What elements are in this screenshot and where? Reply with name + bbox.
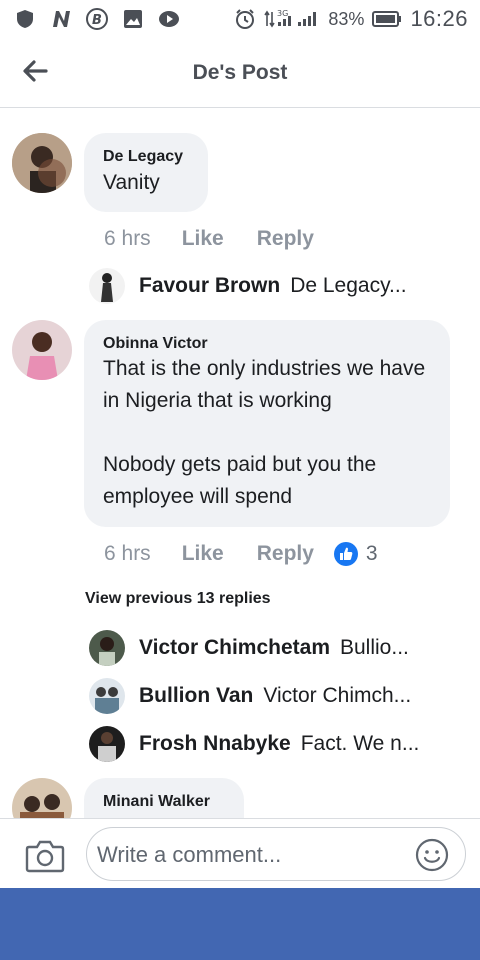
n-app-icon — [50, 8, 72, 30]
avatar — [89, 726, 125, 762]
reply-text: Bullio... — [340, 636, 409, 659]
comment-author[interactable]: Minani Walker — [103, 793, 225, 811]
reply-text: Fact. We n... — [300, 732, 420, 755]
like-button[interactable]: Like — [182, 227, 224, 251]
page-title: De's Post — [192, 60, 288, 84]
shield-icon — [14, 8, 36, 30]
avatar — [89, 268, 125, 304]
view-previous-replies-link[interactable]: View previous 13 replies — [85, 590, 271, 608]
reply-button[interactable]: Reply — [257, 227, 314, 251]
reply-preview[interactable]: Victor Chimchetam Bullio... — [89, 630, 441, 666]
comment-composer: Write a comment... — [0, 818, 480, 888]
comment-bubble[interactable]: De Legacy Vanity — [84, 133, 208, 212]
comment-bubble[interactable]: Obinna Victor That is the only industrie… — [84, 320, 450, 527]
comment-text: That is the only industries we have in N… — [103, 357, 426, 508]
post-header: De's Post — [0, 38, 480, 108]
image-icon — [122, 8, 144, 30]
avatar — [89, 630, 125, 666]
reply-text: De Legacy... — [290, 274, 407, 297]
reply-author: Frosh Nnabyke — [139, 732, 291, 755]
bitcoin-icon: B — [86, 8, 108, 30]
battery-percent: 83% — [328, 8, 365, 29]
back-button[interactable] — [20, 58, 50, 84]
emoji-button[interactable] — [415, 838, 449, 872]
reply-author: Favour Brown — [139, 274, 281, 297]
emoji-icon — [415, 838, 449, 872]
back-arrow-icon — [23, 60, 48, 82]
like-button[interactable]: Like — [182, 542, 224, 566]
reply-author: Bullion Van — [139, 684, 254, 707]
camera-button[interactable] — [25, 839, 65, 873]
comment-input[interactable]: Write a comment... — [86, 827, 466, 881]
signal-icon: 3G — [264, 8, 320, 30]
comment-time: 6 hrs — [104, 542, 151, 565]
comment-author[interactable]: De Legacy — [103, 148, 189, 166]
reply-preview[interactable]: Bullion Van Victor Chimch... — [89, 678, 441, 714]
reply-button[interactable]: Reply — [257, 542, 314, 566]
alarm-icon — [234, 8, 256, 30]
avatar[interactable] — [12, 320, 72, 380]
reaction-summary[interactable]: 3 — [333, 542, 378, 566]
status-bar: B 3G 83% 16:26 — [0, 0, 480, 38]
reply-preview[interactable]: Favour Brown De Legacy... — [89, 268, 434, 304]
avatar[interactable] — [12, 133, 72, 193]
camera-icon — [25, 840, 65, 873]
svg-text:3G: 3G — [277, 9, 288, 18]
clock: 16:26 — [410, 6, 468, 31]
comment-author[interactable]: Obinna Victor — [103, 335, 431, 353]
svg-text:B: B — [92, 13, 102, 28]
reaction-count: 3 — [365, 542, 378, 565]
like-reaction-icon — [333, 542, 358, 566]
reply-text: Victor Chimch... — [263, 684, 412, 707]
comment-actions: 6 hrs Like Reply 3 — [104, 542, 378, 566]
comment-input-placeholder: Write a comment... — [97, 842, 282, 867]
bottom-bar — [0, 888, 480, 960]
avatar — [89, 678, 125, 714]
reply-preview[interactable]: Frosh Nnabyke Fact. We n... — [89, 726, 441, 762]
video-icon — [158, 8, 180, 30]
comment-actions: 6 hrs Like Reply — [104, 227, 314, 251]
comment-time: 6 hrs — [104, 227, 151, 250]
battery-icon — [372, 8, 402, 30]
comment-text: Vanity — [103, 171, 160, 194]
reply-author: Victor Chimchetam — [139, 636, 330, 659]
